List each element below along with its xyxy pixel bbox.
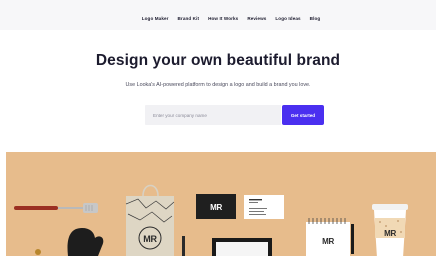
nav-item-logo-ideas[interactable]: Logo Ideas <box>275 16 300 21</box>
nav-item-brand-kit[interactable]: Brand Kit <box>178 16 200 21</box>
nav-item-logo-maker[interactable]: Logo Maker <box>142 16 169 21</box>
gold-ornament-image <box>35 249 41 255</box>
notepad-image: MR <box>306 218 354 256</box>
company-name-form: Get started <box>145 105 324 125</box>
top-navigation: Logo Maker Brand Kit How It Works Review… <box>0 0 436 30</box>
laptop-image <box>212 238 272 256</box>
spatula-image <box>14 203 98 213</box>
get-started-button[interactable]: Get started <box>282 105 324 125</box>
oven-mitt-image <box>67 228 104 256</box>
shopping-bag-image: MR <box>125 184 175 256</box>
coffee-cup-image: MR <box>372 204 408 256</box>
nav-item-reviews[interactable]: Reviews <box>247 16 266 21</box>
nav-menu: Logo Maker Brand Kit How It Works Review… <box>142 16 321 21</box>
card-monogram: MR <box>210 203 222 212</box>
pen-image <box>182 236 185 256</box>
hero-subheadline: Use Looka's AI-powered platform to desig… <box>125 82 311 88</box>
business-card-white <box>244 195 284 219</box>
company-name-input[interactable] <box>145 105 281 125</box>
business-card-black: MR <box>196 194 236 219</box>
bag-monogram: MR <box>143 234 157 244</box>
hero-headline: Design your own beautiful brand <box>95 52 341 69</box>
mockup-illustration: MR MR MR MR <box>14 184 408 256</box>
brand-mockup-photo: MR MR MR MR <box>6 152 436 256</box>
notepad-monogram: MR <box>322 237 334 246</box>
cup-monogram: MR <box>384 229 396 238</box>
nav-item-blog[interactable]: Blog <box>310 16 321 21</box>
nav-item-how-it-works[interactable]: How It Works <box>208 16 238 21</box>
hero-section: Design your own beautiful brand Use Look… <box>0 30 436 152</box>
